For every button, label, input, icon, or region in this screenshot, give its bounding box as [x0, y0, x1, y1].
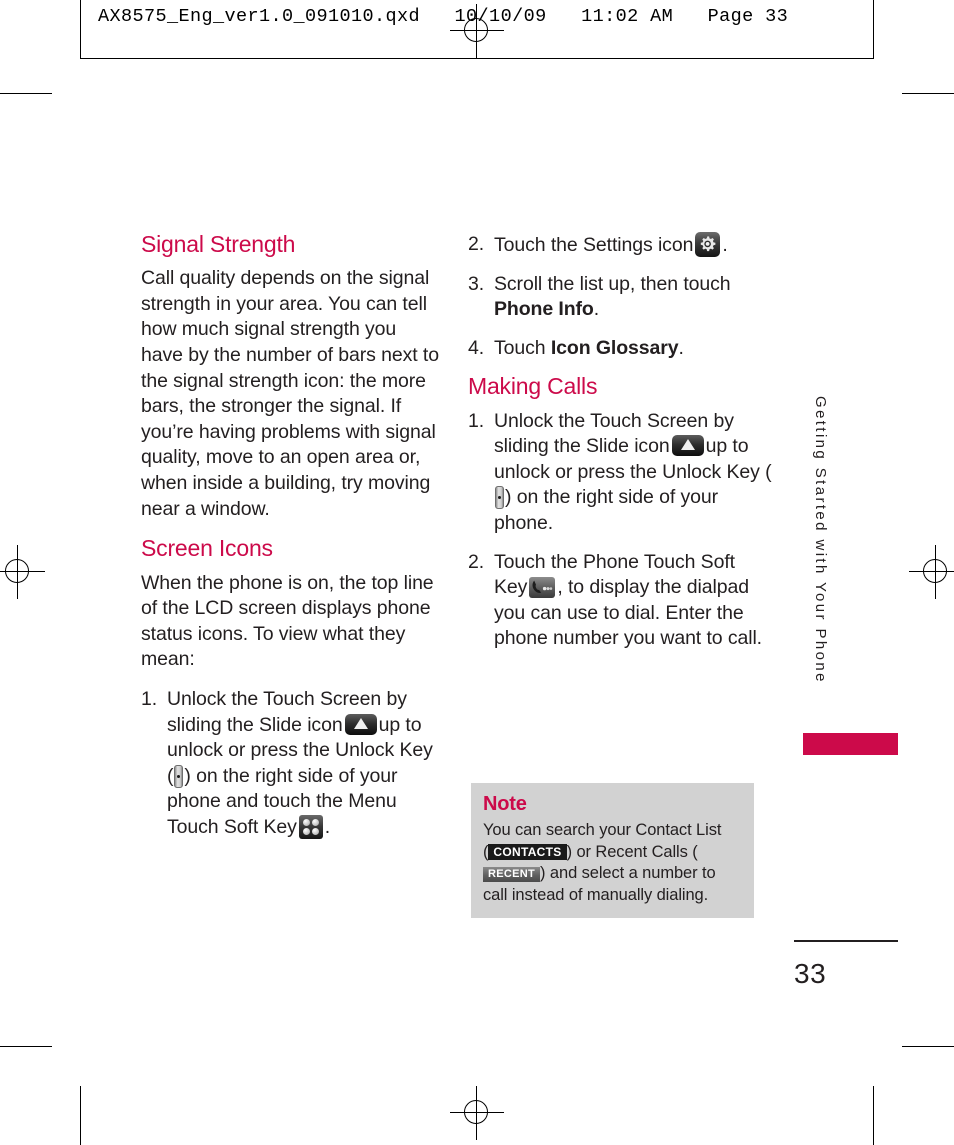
heading-signal-strength: Signal Strength — [141, 231, 296, 257]
note-body: You can search your Contact List (CONTAC… — [483, 820, 742, 906]
settings-gear-icon — [695, 232, 721, 257]
page-number: 33 — [794, 958, 827, 989]
list-item: 1. Unlock the Touch Screen by sliding the… — [141, 687, 441, 841]
step-number: 3. — [468, 272, 485, 295]
section-side-tab-label: Getting Started with Your Phone — [812, 396, 829, 684]
unlock-key-icon — [174, 764, 184, 788]
step-text-a: Scroll the list up, then touch — [494, 272, 731, 295]
menu-soft-key-icon — [298, 814, 323, 839]
list-item: 4. Touch Icon Glossary. — [468, 336, 773, 362]
left-column: Signal Strength Call quality depends on … — [141, 231, 441, 853]
screen-icons-step-list: 1. Unlock the Touch Screen by sliding the… — [141, 687, 441, 841]
step-number: 1. — [468, 409, 485, 432]
step-number: 4. — [468, 336, 485, 359]
step-text-bold: Phone Info — [494, 298, 594, 321]
step-text-d: . — [324, 815, 331, 838]
recent-badge: RECENT — [483, 867, 541, 882]
note-paren-close: ) — [540, 864, 546, 882]
paragraph-screen-icons: When the phone is on, the top line of th… — [141, 571, 434, 671]
list-item: 2. Touch the Settings icon . — [468, 232, 773, 259]
slide-up-icon — [671, 435, 704, 457]
registration-mark-bottom — [450, 1086, 504, 1140]
note-mid: ) or Recent Calls ( — [566, 842, 698, 861]
step-number: 2. — [468, 233, 485, 255]
folio-rule — [794, 940, 898, 942]
heading-screen-icons: Screen Icons — [141, 535, 273, 562]
list-item: 2. Touch the Phone Touch Soft Key , to di… — [468, 550, 773, 652]
step-text-b: . — [678, 336, 684, 359]
making-calls-step-list: 1. Unlock the Touch Screen by sliding the… — [468, 409, 773, 652]
slug-rule-right — [873, 0, 874, 58]
step-number: 2. — [468, 550, 485, 573]
list-item: 3. Scroll the list up, then touch Phone I… — [468, 272, 773, 323]
section-side-tab-swatch — [803, 733, 898, 755]
step-text-c: ) on the right side of your phone. — [494, 486, 718, 535]
manual-page: AX8575_Eng_ver1.0_091010.qxd 10/10/09 11… — [0, 0, 954, 1145]
contacts-badge: CONTACTS — [488, 843, 567, 860]
step-text-c: ) on the right side of your phone and to… — [167, 764, 398, 838]
crop-mark-bottom-right-vertical — [873, 1086, 874, 1145]
heading-making-calls: Making Calls — [468, 373, 598, 400]
note-line-1: You can search your Contact List — [483, 821, 722, 839]
step-text-a: Touch the Settings icon — [494, 234, 694, 256]
step-text-b: . — [722, 234, 728, 256]
crop-mark-bottom-left-vertical — [80, 1086, 81, 1145]
crop-mark-bottom-left-horizontal — [0, 1046, 52, 1047]
right-column: 2. Touch the Settings icon . 3. Scroll the… — [468, 232, 773, 665]
list-item: 1. Unlock the Touch Screen by sliding the… — [468, 409, 773, 537]
step-number: 1. — [141, 687, 158, 710]
paragraph-signal-strength: Call quality depends on the signal stren… — [141, 267, 439, 520]
crop-mark-bottom-right-horizontal — [902, 1046, 954, 1047]
crop-mark-top-left-horizontal — [0, 93, 52, 94]
slug-rule-bottom — [80, 58, 874, 59]
step-text-b: . — [593, 298, 600, 321]
phone-soft-key-icon — [529, 577, 556, 599]
slide-up-icon — [344, 713, 377, 735]
file-slug-text: AX8575_Eng_ver1.0_091010.qxd 10/10/09 11… — [98, 6, 789, 27]
note-box: Note You can search your Contact List (C… — [471, 783, 754, 918]
step-text-bold: Icon Glossary — [550, 336, 679, 359]
note-title: Note — [483, 793, 527, 815]
crop-mark-top-right-horizontal — [902, 93, 954, 94]
screen-icons-step-list-continued: 2. Touch the Settings icon . 3. Scroll the… — [468, 232, 773, 361]
registration-mark-left — [0, 545, 45, 599]
unlock-key-icon — [495, 486, 504, 510]
slug-rule-left — [80, 0, 81, 58]
step-text-a: Touch — [494, 336, 551, 359]
registration-mark-right — [909, 545, 954, 599]
